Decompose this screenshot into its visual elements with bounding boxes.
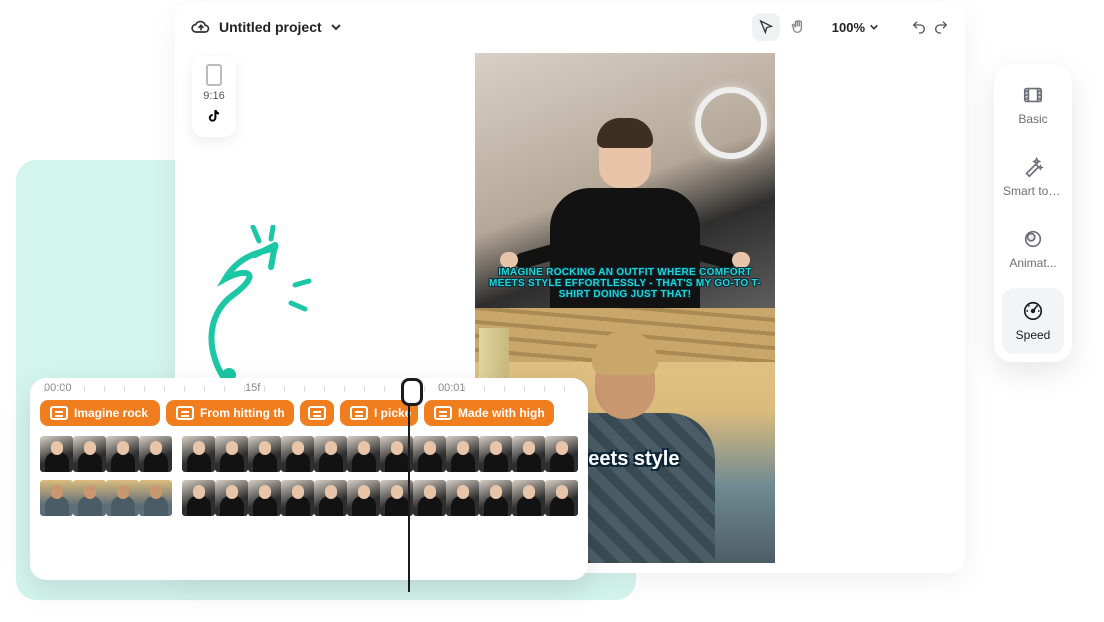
caption-clip-label: Made with high xyxy=(458,406,545,420)
clip-thumb[interactable] xyxy=(413,480,446,516)
chevron-down-icon xyxy=(330,21,342,33)
clip-thumb[interactable] xyxy=(40,480,73,516)
redo-button[interactable] xyxy=(933,19,949,35)
caption-icon xyxy=(350,406,368,420)
zoom-dropdown[interactable]: 100% xyxy=(824,20,887,35)
clip-thumb[interactable] xyxy=(106,480,139,516)
caption-clip[interactable] xyxy=(300,400,334,426)
aspect-rect-icon xyxy=(206,64,222,86)
tool-animation[interactable]: Animat... xyxy=(1002,216,1064,282)
clip-thumb[interactable] xyxy=(182,436,215,472)
timeline-panel: 00:00 15f 00:01 Imagine rock From hittin… xyxy=(30,378,588,580)
topbar: Untitled project 100% xyxy=(175,3,965,51)
caption-top: IMAGINE ROCKING AN OUTFIT WHERE COMFORT … xyxy=(475,267,775,300)
caption-icon xyxy=(50,406,68,420)
aspect-ratio-badge[interactable]: 9:16 xyxy=(192,56,236,137)
project-title: Untitled project xyxy=(219,19,322,35)
clip-thumb[interactable] xyxy=(545,480,578,516)
clip-thumb[interactable] xyxy=(314,480,347,516)
tool-speed-label: Speed xyxy=(1016,328,1051,342)
clip-thumb[interactable] xyxy=(182,480,215,516)
caption-icon xyxy=(176,406,194,420)
undo-button[interactable] xyxy=(911,19,927,35)
clip-thumb[interactable] xyxy=(215,480,248,516)
clip-thumb[interactable] xyxy=(545,436,578,472)
history-controls xyxy=(899,19,949,35)
project-title-area[interactable]: Untitled project xyxy=(191,17,740,37)
clip-thumb[interactable] xyxy=(314,436,347,472)
clip-thumb[interactable] xyxy=(215,436,248,472)
clip-thumb[interactable] xyxy=(446,480,479,516)
clip-thumb[interactable] xyxy=(73,436,106,472)
caption-clip[interactable]: Imagine rock xyxy=(40,400,160,426)
caption-clip[interactable]: Made with high xyxy=(424,400,554,426)
clip-thumb[interactable] xyxy=(512,436,545,472)
caption-clip-label: From hitting th xyxy=(200,406,285,420)
ruler-ticks xyxy=(44,386,574,392)
caption-clip-label: I picke xyxy=(374,406,411,420)
clip-thumb[interactable] xyxy=(446,436,479,472)
video-track-1[interactable] xyxy=(30,432,588,476)
cloud-icon xyxy=(191,17,211,37)
tool-smart[interactable]: Smart tools xyxy=(1002,144,1064,210)
caption-top-line3: SHIRT DOING JUST THAT! xyxy=(475,289,775,300)
tiktok-icon xyxy=(206,108,222,129)
caption-top-line1: IMAGINE ROCKING AN OUTFIT WHERE COMFORT xyxy=(475,267,775,278)
clip-thumb[interactable] xyxy=(248,480,281,516)
hand-tool[interactable] xyxy=(784,13,812,41)
clip-thumb[interactable] xyxy=(479,480,512,516)
playhead[interactable] xyxy=(408,382,410,592)
pointer-tool[interactable] xyxy=(752,13,780,41)
zoom-value: 100% xyxy=(832,20,865,35)
tool-panel: Basic Smart tools Animat... Speed xyxy=(994,64,1072,362)
clip-thumb[interactable] xyxy=(73,480,106,516)
clip-thumb[interactable] xyxy=(281,436,314,472)
tool-basic-label: Basic xyxy=(1018,112,1047,126)
tool-animation-label: Animat... xyxy=(1009,256,1056,270)
clip-thumb[interactable] xyxy=(347,480,380,516)
caption-icon xyxy=(434,406,452,420)
caption-top-line2: MEETS STYLE EFFORTLESSLY - THAT'S MY GO-… xyxy=(475,278,775,289)
caption-clip[interactable]: From hitting th xyxy=(166,400,294,426)
tool-smart-label: Smart tools xyxy=(1003,184,1063,198)
clip-thumb[interactable] xyxy=(248,436,281,472)
clip-thumb[interactable] xyxy=(281,480,314,516)
clip-thumb[interactable] xyxy=(512,480,545,516)
clip-thumb[interactable] xyxy=(139,436,172,472)
caption-clips-row: Imagine rock From hitting th I picke Mad… xyxy=(30,394,588,432)
preview-top-clip: IMAGINE ROCKING AN OUTFIT WHERE COMFORT … xyxy=(475,53,775,308)
arrow-decoration xyxy=(185,225,315,395)
tool-speed[interactable]: Speed xyxy=(1002,288,1064,354)
cursor-tool-group xyxy=(752,13,812,41)
aspect-label: 9:16 xyxy=(203,90,224,102)
tool-basic[interactable]: Basic xyxy=(1002,72,1064,138)
clip-thumb[interactable] xyxy=(40,436,73,472)
clip-thumb[interactable] xyxy=(413,436,446,472)
clip-thumb[interactable] xyxy=(139,480,172,516)
clip-thumb[interactable] xyxy=(347,436,380,472)
video-track-2[interactable] xyxy=(30,476,588,520)
caption-clip-label: Imagine rock xyxy=(74,406,148,420)
clip-thumb[interactable] xyxy=(479,436,512,472)
clip-thumb[interactable] xyxy=(106,436,139,472)
timeline-ruler[interactable]: 00:00 15f 00:01 xyxy=(30,378,588,394)
caption-icon xyxy=(308,406,326,420)
